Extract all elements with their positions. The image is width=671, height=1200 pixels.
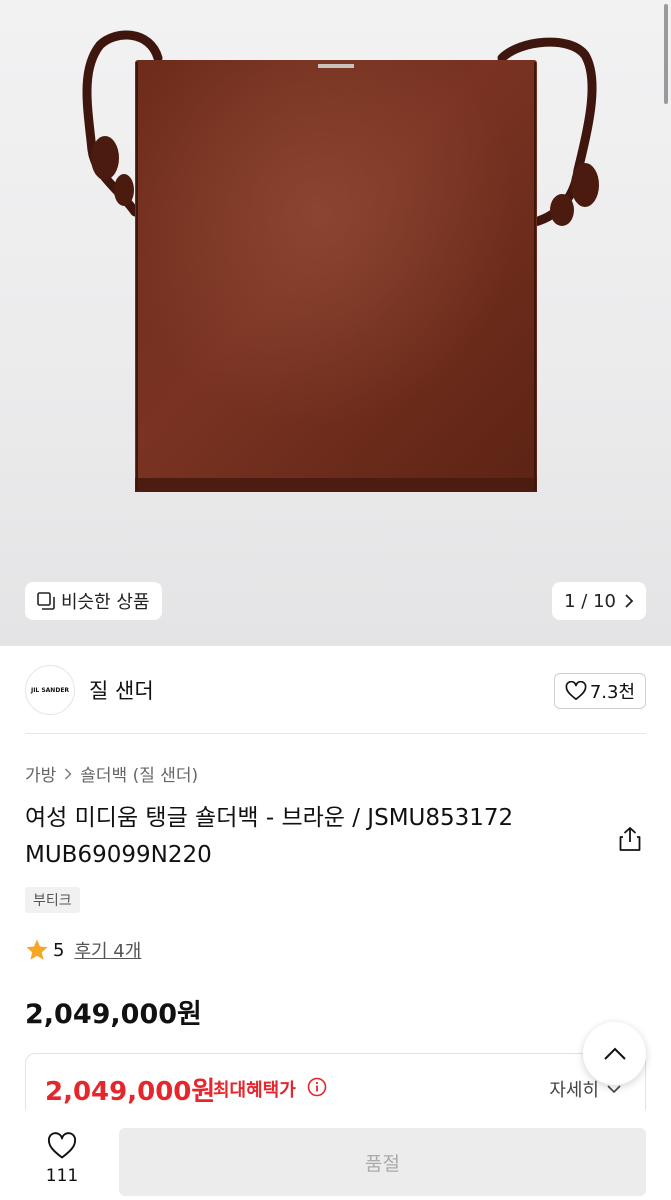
breadcrumb-item-category[interactable]: 가방 — [25, 761, 56, 786]
breadcrumb-item-subcategory[interactable]: 숄더백 (질 샌더) — [80, 761, 198, 786]
product-price: 2,049,000원 — [25, 999, 202, 1030]
heart-icon — [565, 681, 587, 700]
reviews-link[interactable]: 후기 4개 — [74, 937, 141, 963]
chevron-up-icon — [603, 1047, 626, 1060]
scroll-to-top-button[interactable] — [583, 1022, 646, 1085]
product-image-gallery[interactable]: 비슷한 상품 1 / 10 — [0, 0, 671, 646]
divider — [25, 733, 646, 734]
rating-score: 5 — [53, 939, 65, 961]
heart-icon — [47, 1132, 77, 1159]
brand-like-button[interactable]: 7.3천 — [553, 673, 646, 709]
product-image — [82, 30, 599, 492]
chevron-right-icon — [65, 768, 72, 779]
max-benefit-label: 최대혜택가 — [213, 1080, 296, 1101]
boutique-badge: 부티크 — [25, 887, 80, 913]
rating-row: 5 후기 4개 — [25, 937, 141, 963]
brand-logo[interactable]: JIL SANDER — [25, 665, 75, 715]
wishlist-count: 111 — [45, 1166, 79, 1186]
breadcrumb: 가방 숄더백 (질 샌더) — [25, 761, 198, 786]
sold-out-button[interactable]: 품절 — [119, 1128, 646, 1196]
similar-products-label: 비슷한 상품 — [61, 592, 150, 613]
image-pager-count: 1 / 10 — [564, 590, 616, 612]
chevron-down-icon — [607, 1085, 621, 1094]
info-icon[interactable] — [307, 1077, 327, 1097]
star-icon — [26, 939, 48, 960]
scroll-indicator — [664, 4, 668, 104]
wishlist-button[interactable]: 111 — [25, 1132, 99, 1192]
similar-products-icon — [37, 592, 55, 610]
share-icon[interactable] — [618, 826, 642, 852]
max-benefit-price: 2,049,000원 — [45, 1077, 216, 1107]
brand-name[interactable]: 질 샌더 — [89, 675, 154, 705]
product-title: 여성 미디움 탱글 숄더백 - 브라운 / JSMU853172 MUB6909… — [25, 805, 514, 868]
benefit-detail-label: 자세히 — [549, 1080, 599, 1101]
brand-logo-text: JIL SANDER — [30, 686, 70, 694]
image-pager-button[interactable]: 1 / 10 — [552, 582, 646, 620]
chevron-right-icon — [625, 594, 634, 608]
similar-products-button[interactable]: 비슷한 상품 — [25, 582, 162, 620]
brand-row: JIL SANDER 질 샌더 7.3천 — [25, 664, 646, 716]
brand-like-count: 7.3천 — [589, 682, 635, 703]
bottom-purchase-bar: 111 품절 — [0, 1110, 671, 1200]
